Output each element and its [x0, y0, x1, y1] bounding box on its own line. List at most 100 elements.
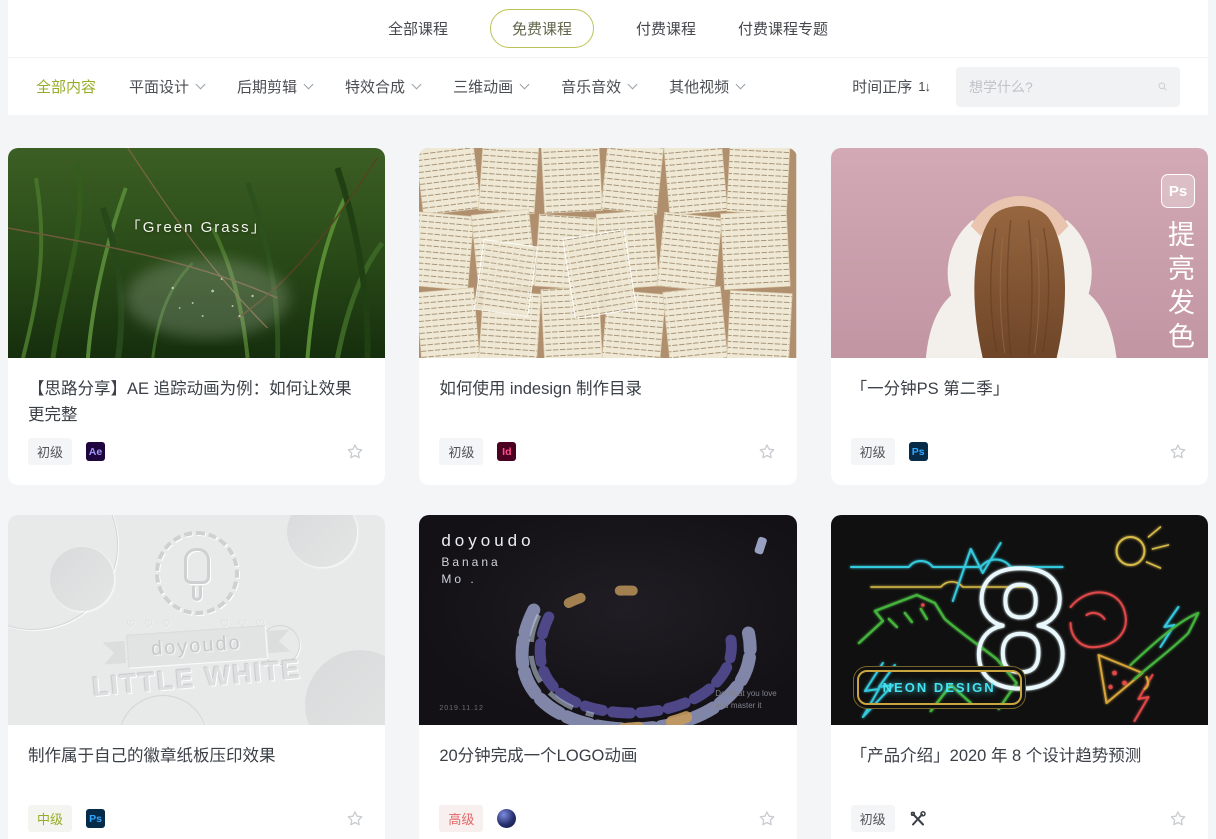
course-thumbnail[interactable]: doyoudo Banana Mo . 2019.11.12 Do what y…	[419, 515, 796, 725]
tab-all-courses[interactable]: 全部课程	[388, 18, 448, 39]
level-badge: 初级	[851, 438, 895, 465]
search-input[interactable]	[969, 79, 1150, 95]
course-thumbnail[interactable]: Ps 提亮发色	[831, 148, 1208, 358]
filter-all-content[interactable]: 全部内容	[36, 76, 96, 97]
portrait-photo-art	[831, 148, 1208, 358]
chevron-down-icon	[196, 80, 206, 90]
thumbnail-slogan: Do what you love and master it	[715, 688, 776, 712]
course-card[interactable]: 「Green Grass」 【思路分享】AE 追踪动画为例：如何让效果更完整 初…	[8, 148, 385, 485]
favorite-star-button[interactable]	[345, 809, 365, 829]
tools-icon	[909, 810, 927, 828]
course-title[interactable]: 20分钟完成一个LOGO动画	[439, 743, 776, 805]
level-badge: 初级	[28, 438, 72, 465]
filter-video-editing[interactable]: 后期剪辑	[237, 76, 312, 97]
photoshop-icon: Ps	[86, 809, 105, 828]
hearts-decoration-icon: ♡ ♡ ♡ ♡ ♡ ♡	[67, 619, 327, 630]
level-badge: 中级	[28, 805, 72, 832]
card-footer: 初级	[851, 805, 1188, 832]
filter-3d-animation[interactable]: 三维动画	[453, 76, 528, 97]
filter-vfx-compositing[interactable]: 特效合成	[345, 76, 420, 97]
star-outline-icon	[1168, 442, 1188, 462]
category-filters: 全部内容 平面设计 后期剪辑 特效合成 三维动画 音乐音效	[36, 76, 744, 97]
filter-label: 平面设计	[129, 76, 189, 97]
chevron-down-icon	[520, 80, 530, 90]
course-type-tabs: 全部课程 免费课程 付费课程 付费课程专题	[8, 0, 1208, 58]
chevron-down-icon	[628, 80, 638, 90]
favorite-star-button[interactable]	[1168, 442, 1188, 462]
star-outline-icon	[1168, 809, 1188, 829]
neon-design-label: NEON DESIGN	[857, 670, 1022, 705]
emboss-badge: ♡ ♡ ♡ ♡ ♡ ♡ doyoudo LITTLE WHITE	[67, 531, 327, 694]
thumbnail-vertical-title: 提亮发色	[1160, 220, 1199, 356]
card-body: 「产品介绍」2020 年 8 个设计趋势预测 初级	[831, 725, 1208, 839]
filter-label: 三维动画	[453, 76, 513, 97]
sort-by-time-button[interactable]: 时间正序 1↓	[852, 76, 930, 97]
course-title[interactable]: 如何使用 indesign 制作目录	[439, 376, 776, 438]
star-outline-icon	[757, 809, 777, 829]
sort-label: 时间正序	[852, 76, 912, 97]
header: 全部课程 免费课程 付费课程 付费课程专题 全部内容 平面设计 后期剪辑 特效合…	[8, 0, 1208, 115]
card-body: 制作属于自己的徽章纸板压印效果 中级 Ps	[8, 725, 385, 839]
filter-other-videos[interactable]: 其他视频	[669, 76, 744, 97]
star-outline-icon	[345, 809, 365, 829]
filter-bar: 全部内容 平面设计 后期剪辑 特效合成 三维动画 音乐音效	[8, 58, 1208, 115]
course-title[interactable]: 「一分钟PS 第二季」	[851, 376, 1188, 438]
filter-label: 特效合成	[345, 76, 405, 97]
tab-paid-course-topics[interactable]: 付费课程专题	[738, 18, 828, 39]
course-card[interactable]: Ps 提亮发色 「一分钟PS 第二季」 初级 Ps	[831, 148, 1208, 485]
filter-label: 后期剪辑	[237, 76, 297, 97]
course-card[interactable]: 8 NEON DESIGN 「产品介绍」2020 年 8 个设计趋势预测 初级	[831, 515, 1208, 839]
indesign-icon: Id	[497, 442, 516, 461]
card-footer: 初级 Ps	[851, 438, 1188, 465]
filter-label: 其他视频	[669, 76, 729, 97]
star-outline-icon	[757, 442, 777, 462]
course-thumbnail[interactable]: 「Green Grass」	[8, 148, 385, 358]
thumbnail-caption: 「Green Grass」	[8, 216, 385, 237]
course-title[interactable]: 「产品介绍」2020 年 8 个设计趋势预测	[851, 743, 1188, 805]
thumbnail-subtitle: Banana	[441, 555, 500, 569]
tab-paid-courses[interactable]: 付费课程	[636, 18, 696, 39]
cinema4d-icon	[497, 809, 516, 828]
favorite-star-button[interactable]	[1168, 809, 1188, 829]
course-card[interactable]: ♡ ♡ ♡ ♡ ♡ ♡ doyoudo LITTLE WHITE 制作属于自己的…	[8, 515, 385, 839]
card-footer: 初级 Id	[439, 438, 776, 465]
course-card[interactable]: doyoudo Banana Mo . 2019.11.12 Do what y…	[419, 515, 796, 839]
popsicle-logo-icon	[155, 531, 239, 615]
thumbnail-brand: doyoudo	[441, 531, 534, 551]
course-thumbnail[interactable]: ♡ ♡ ♡ ♡ ♡ ♡ doyoudo LITTLE WHITE	[8, 515, 385, 725]
card-body: 【思路分享】AE 追踪动画为例：如何让效果更完整 初级 Ae	[8, 358, 385, 485]
favorite-star-button[interactable]	[757, 809, 777, 829]
filter-music-sfx[interactable]: 音乐音效	[561, 76, 636, 97]
ps-overlay-badge: Ps	[1161, 174, 1195, 208]
photoshop-icon: Ps	[909, 442, 928, 461]
books-photo-art	[419, 148, 796, 358]
course-card[interactable]: 如何使用 indesign 制作目录 初级 Id	[419, 148, 796, 485]
course-title[interactable]: 【思路分享】AE 追踪动画为例：如何让效果更完整	[28, 376, 365, 438]
search-box[interactable]	[956, 67, 1180, 107]
level-badge: 初级	[851, 805, 895, 832]
filter-graphic-design[interactable]: 平面设计	[129, 76, 204, 97]
after-effects-icon: Ae	[86, 442, 105, 461]
star-outline-icon	[345, 442, 365, 462]
grass-photo-art	[8, 148, 385, 358]
filter-label: 音乐音效	[561, 76, 621, 97]
favorite-star-button[interactable]	[345, 442, 365, 462]
card-footer: 初级 Ae	[28, 438, 365, 465]
card-body: 「一分钟PS 第二季」 初级 Ps	[831, 358, 1208, 485]
tab-free-courses[interactable]: 免费课程	[490, 9, 594, 48]
thumbnail-date: 2019.11.12	[439, 705, 484, 712]
course-thumbnail[interactable]: 8 NEON DESIGN	[831, 515, 1208, 725]
card-body: 20分钟完成一个LOGO动画 高级	[419, 725, 796, 839]
card-footer: 高级	[439, 805, 776, 832]
favorite-star-button[interactable]	[757, 442, 777, 462]
level-badge: 高级	[439, 805, 483, 832]
course-grid: 「Green Grass」 【思路分享】AE 追踪动画为例：如何让效果更完整 初…	[8, 148, 1208, 839]
card-body: 如何使用 indesign 制作目录 初级 Id	[419, 358, 796, 485]
magnifier-icon[interactable]	[1158, 78, 1167, 95]
card-footer: 中级 Ps	[28, 805, 365, 832]
course-title[interactable]: 制作属于自己的徽章纸板压印效果	[28, 743, 365, 805]
course-thumbnail[interactable]	[419, 148, 796, 358]
chevron-down-icon	[304, 80, 314, 90]
filter-bar-right: 时间正序 1↓	[852, 67, 1180, 107]
thumbnail-subtitle: Mo .	[441, 572, 476, 586]
